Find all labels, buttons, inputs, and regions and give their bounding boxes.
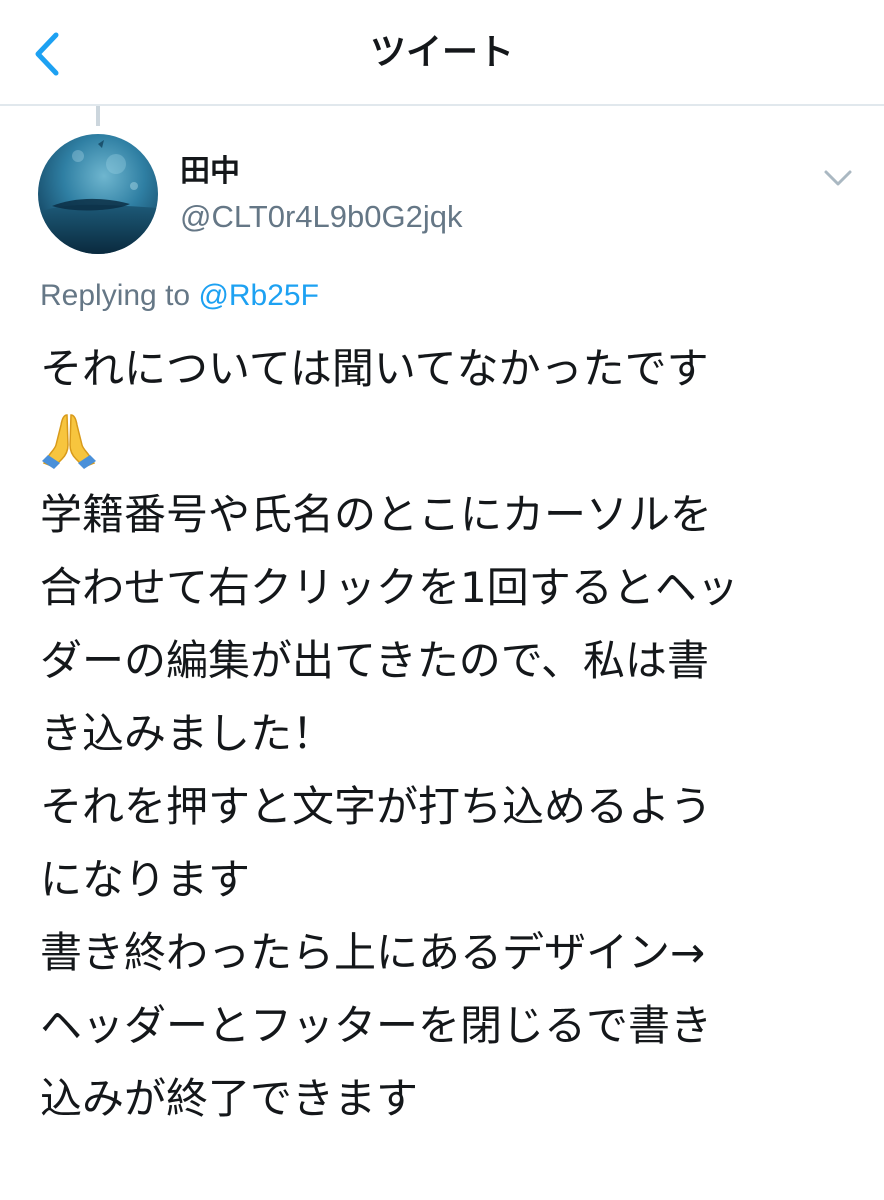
thread-connector-line [96, 106, 100, 126]
navigation-bar: ツイート [0, 0, 884, 106]
tweet-text-line: 合わせて右クリックを1回するとヘッ [40, 563, 739, 612]
replying-to-label: Replying to [40, 279, 199, 312]
tweet-body: それについては聞いてなかったです 学籍番号や氏名のとこにカーソルを 合わせて右ク… [40, 332, 840, 1135]
tweet-detail-screen: ツイート 田中 @CLT0r4L9b0G2jqk Replying to @Rb… [0, 0, 884, 1200]
tweet-text-line: それを押すと文字が打ち込めるよう [40, 782, 713, 831]
tweet-text-line: 込みが終了できます [40, 1074, 419, 1123]
author-name[interactable]: 田中 [180, 152, 240, 192]
underwater-photo-avatar [38, 134, 158, 254]
tweet-text-line: 書き終わったら上にあるデザイン→ [40, 928, 706, 977]
replying-to-line: Replying to @Rb25F [40, 275, 319, 317]
tweet-text-line: ダーの編集が出てきたので、私は書 [40, 636, 710, 685]
chevron-down-icon [824, 170, 852, 186]
tweet-text-line: それについては聞いてなかったです [40, 344, 709, 393]
tweet-text-line: になります [40, 855, 251, 904]
tweet-text-line: ヘッダーとフッターを閉じるで書き [40, 1001, 713, 1050]
tweet-text-line: 学籍番号や氏名のとこにカーソルを [40, 490, 713, 539]
replying-to-mention[interactable]: @Rb25F [198, 279, 319, 312]
tweet-text-line: き込みました！ [40, 709, 335, 758]
avatar[interactable] [38, 134, 158, 254]
author-handle[interactable]: @CLT0r4L9b0G2jqk [180, 196, 462, 238]
tweet-menu-button[interactable] [820, 160, 856, 196]
page-title: ツイート [369, 32, 514, 73]
folded-hands-emoji [40, 405, 840, 478]
